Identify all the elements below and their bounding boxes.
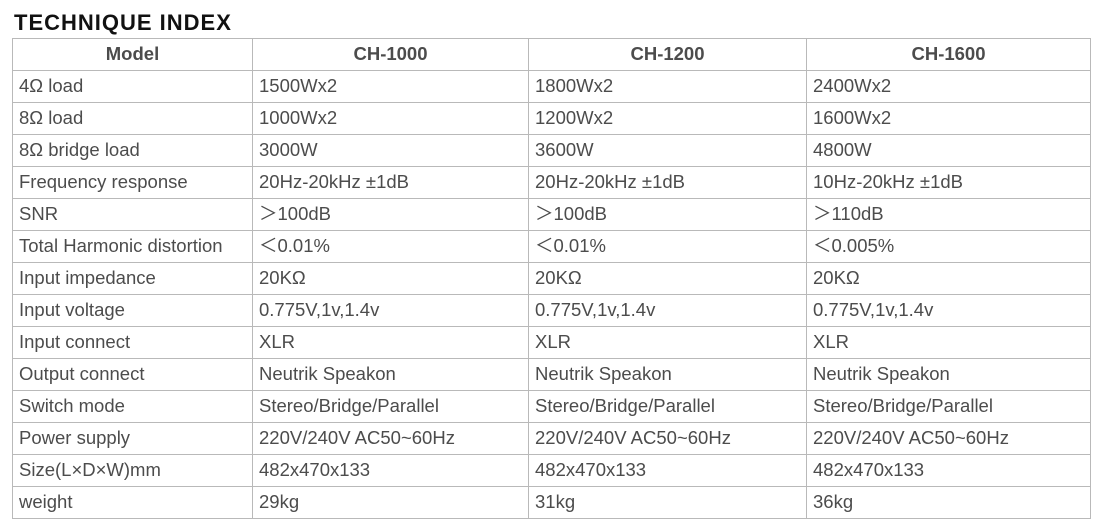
table-row: Output connectNeutrik SpeakonNeutrik Spe… xyxy=(13,358,1091,390)
cell-value: 482x470x133 xyxy=(529,454,807,486)
cell-value: 220V/240V AC50~60Hz xyxy=(807,422,1091,454)
table-row: Switch modeStereo/Bridge/ParallelStereo/… xyxy=(13,390,1091,422)
cell-value: 0.775V,1v,1.4v xyxy=(529,294,807,326)
spec-table-body: 4Ω load1500Wx21800Wx22400Wx28Ω load1000W… xyxy=(13,70,1091,518)
cell-value: ＜0.01% xyxy=(529,230,807,262)
row-label: Input voltage xyxy=(13,294,253,326)
cell-value: ＞110dB xyxy=(807,198,1091,230)
cell-value: 1800Wx2 xyxy=(529,70,807,102)
cell-value: ＞100dB xyxy=(529,198,807,230)
table-row: SNR＞100dB＞100dB＞110dB xyxy=(13,198,1091,230)
cell-value: 4800W xyxy=(807,134,1091,166)
cell-value: 482x470x133 xyxy=(253,454,529,486)
cell-value: Neutrik Speakon xyxy=(253,358,529,390)
cell-value: 1000Wx2 xyxy=(253,102,529,134)
row-label: Power supply xyxy=(13,422,253,454)
cell-value: 20Hz-20kHz ±1dB xyxy=(253,166,529,198)
cell-value: Stereo/Bridge/Parallel xyxy=(807,390,1091,422)
cell-value: Neutrik Speakon xyxy=(807,358,1091,390)
row-label: 4Ω load xyxy=(13,70,253,102)
cell-value: 31kg xyxy=(529,486,807,518)
page-title: TECHNIQUE INDEX xyxy=(14,10,1091,36)
cell-value: Stereo/Bridge/Parallel xyxy=(529,390,807,422)
cell-value: 220V/240V AC50~60Hz xyxy=(253,422,529,454)
cell-value: XLR xyxy=(807,326,1091,358)
table-row: 8Ω load1000Wx21200Wx21600Wx2 xyxy=(13,102,1091,134)
table-row: Frequency response20Hz-20kHz ±1dB20Hz-20… xyxy=(13,166,1091,198)
cell-value: 0.775V,1v,1.4v xyxy=(253,294,529,326)
cell-value: 29kg xyxy=(253,486,529,518)
cell-value: XLR xyxy=(529,326,807,358)
row-label: Input connect xyxy=(13,326,253,358)
cell-value: 3000W xyxy=(253,134,529,166)
col-header-ch-1000: CH-1000 xyxy=(253,39,529,71)
row-label: Output connect xyxy=(13,358,253,390)
table-header-row: Model CH-1000 CH-1200 CH-1600 xyxy=(13,39,1091,71)
cell-value: Neutrik Speakon xyxy=(529,358,807,390)
table-row: weight29kg31kg36kg xyxy=(13,486,1091,518)
cell-value: 1200Wx2 xyxy=(529,102,807,134)
row-label: Total Harmonic distortion xyxy=(13,230,253,262)
cell-value: 10Hz-20kHz ±1dB xyxy=(807,166,1091,198)
row-label: 8Ω bridge load xyxy=(13,134,253,166)
row-label: Size(L×D×W)mm xyxy=(13,454,253,486)
cell-value: 482x470x133 xyxy=(807,454,1091,486)
cell-value: 20KΩ xyxy=(253,262,529,294)
row-label: SNR xyxy=(13,198,253,230)
table-row: Input voltage0.775V,1v,1.4v0.775V,1v,1.4… xyxy=(13,294,1091,326)
cell-value: 20Hz-20kHz ±1dB xyxy=(529,166,807,198)
cell-value: 220V/240V AC50~60Hz xyxy=(529,422,807,454)
row-label: Switch mode xyxy=(13,390,253,422)
col-header-model: Model xyxy=(13,39,253,71)
row-label: 8Ω load xyxy=(13,102,253,134)
table-row: Power supply220V/240V AC50~60Hz220V/240V… xyxy=(13,422,1091,454)
spec-table: Model CH-1000 CH-1200 CH-1600 4Ω load150… xyxy=(12,38,1091,519)
cell-value: ＜0.005% xyxy=(807,230,1091,262)
row-label: weight xyxy=(13,486,253,518)
row-label: Frequency response xyxy=(13,166,253,198)
table-row: Input connectXLRXLRXLR xyxy=(13,326,1091,358)
col-header-ch-1200: CH-1200 xyxy=(529,39,807,71)
cell-value: 1500Wx2 xyxy=(253,70,529,102)
cell-value: Stereo/Bridge/Parallel xyxy=(253,390,529,422)
cell-value: 20KΩ xyxy=(529,262,807,294)
table-row: Size(L×D×W)mm482x470x133482x470x133482x4… xyxy=(13,454,1091,486)
cell-value: 20KΩ xyxy=(807,262,1091,294)
cell-value: XLR xyxy=(253,326,529,358)
cell-value: ＞100dB xyxy=(253,198,529,230)
cell-value: 0.775V,1v,1.4v xyxy=(807,294,1091,326)
cell-value: 1600Wx2 xyxy=(807,102,1091,134)
cell-value: 36kg xyxy=(807,486,1091,518)
col-header-ch-1600: CH-1600 xyxy=(807,39,1091,71)
row-label: Input impedance xyxy=(13,262,253,294)
table-row: 8Ω bridge load3000W3600W4800W xyxy=(13,134,1091,166)
cell-value: ＜0.01% xyxy=(253,230,529,262)
cell-value: 2400Wx2 xyxy=(807,70,1091,102)
table-row: Input impedance20KΩ20KΩ20KΩ xyxy=(13,262,1091,294)
cell-value: 3600W xyxy=(529,134,807,166)
table-row: Total Harmonic distortion＜0.01%＜0.01%＜0.… xyxy=(13,230,1091,262)
table-row: 4Ω load1500Wx21800Wx22400Wx2 xyxy=(13,70,1091,102)
